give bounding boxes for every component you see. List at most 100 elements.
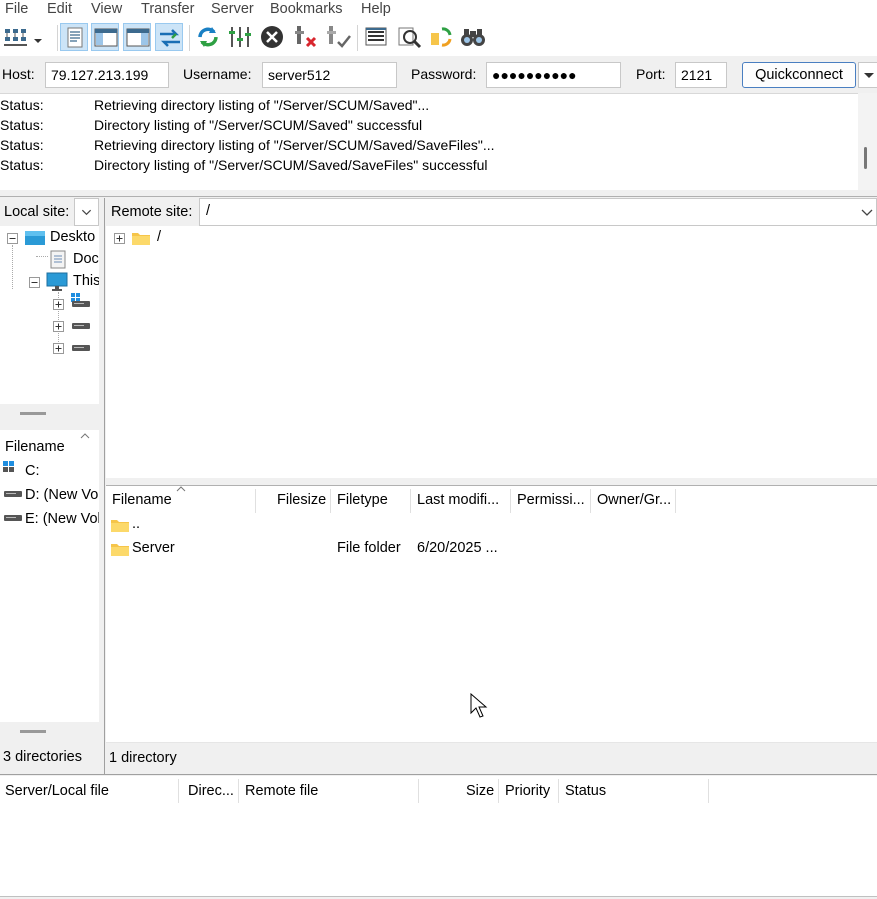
menu-transfer[interactable]: Transfer (141, 1, 194, 17)
refresh-icon[interactable] (194, 23, 222, 51)
expand-icon[interactable] (53, 321, 64, 332)
directory-listing-filters-icon[interactable] (362, 23, 390, 51)
remote-owner-header[interactable]: Owner/Gr... (597, 486, 671, 514)
queue-remotefile-header[interactable]: Remote file (245, 777, 318, 805)
menu-view[interactable]: View (91, 1, 122, 17)
expand-icon[interactable] (53, 299, 64, 310)
local-site-label: Local site: (4, 204, 70, 220)
log-label: Status: (0, 97, 44, 113)
remote-site-path: / (206, 203, 211, 219)
local-status: 3 directories (0, 742, 99, 773)
search-files-icon[interactable] (395, 23, 423, 51)
queue-priority-header[interactable]: Priority (505, 777, 550, 805)
toggle-transfer-queue-icon[interactable] (155, 23, 183, 51)
message-log[interactable]: Status: Retrieving directory listing of … (0, 93, 877, 190)
desktop-icon (25, 231, 45, 245)
log-scrollbar-thumb[interactable] (864, 147, 867, 169)
collapse-icon[interactable] (29, 277, 40, 288)
file-name: Server (132, 540, 175, 556)
expand-icon[interactable] (53, 343, 64, 354)
local-site-bar: Local site: (0, 198, 99, 226)
transfer-queue[interactable]: Server/Local file Direc... Remote file S… (0, 776, 877, 896)
quickconnect-bar: Host: Username: Password: Port: Quickcon… (0, 56, 877, 93)
file-type: File folder (337, 540, 401, 556)
remote-filetype-header[interactable]: Filetype (337, 486, 388, 514)
local-splitter-grip[interactable] (20, 412, 46, 415)
username-label: Username: (183, 66, 252, 82)
toolbar (0, 20, 877, 56)
local-tree[interactable]: Deskto Doc This (0, 226, 99, 404)
quickconnect-button[interactable]: Quickconnect (742, 62, 856, 88)
dropdown-arrow-icon[interactable] (30, 23, 46, 51)
chevron-down-icon (864, 73, 874, 78)
password-input[interactable] (486, 62, 621, 88)
file-modified: 6/20/2025 ... (417, 540, 498, 556)
disconnect-icon[interactable] (292, 23, 320, 51)
synchronized-browsing-icon[interactable] (427, 23, 455, 51)
folder-icon (111, 520, 129, 532)
remote-status: 1 directory (106, 742, 877, 773)
file-name: .. (132, 516, 141, 532)
username-input[interactable] (262, 62, 397, 88)
host-input[interactable] (45, 62, 169, 88)
menu-server[interactable]: Server (211, 1, 254, 17)
table-row[interactable]: Server File folder 6/20/2025 ... (106, 538, 877, 562)
queue-status-header[interactable]: Status (565, 777, 606, 805)
password-label: Password: (411, 66, 477, 82)
list-item[interactable]: C: (25, 463, 40, 479)
computer-icon (46, 272, 68, 291)
local-list-splitter-grip[interactable] (20, 730, 46, 733)
menu-file[interactable]: File (5, 1, 28, 17)
reconnect-icon[interactable] (324, 23, 352, 51)
drive-icon (72, 323, 90, 329)
remote-filename-header[interactable]: Filename (112, 486, 172, 514)
remote-lastmodified-header[interactable]: Last modifi... (417, 486, 499, 514)
port-input[interactable] (675, 62, 727, 88)
compare-directories-icon[interactable] (459, 23, 487, 51)
process-queue-icon[interactable] (226, 23, 254, 51)
menu-edit[interactable]: Edit (47, 1, 72, 17)
remote-site-combo[interactable]: / (199, 198, 877, 226)
cancel-icon[interactable] (258, 23, 286, 51)
menu-bookmarks[interactable]: Bookmarks (270, 1, 343, 17)
queue-size-header[interactable]: Size (466, 777, 494, 805)
menu-bar: File Edit View Transfer Server Bookmarks… (0, 0, 877, 20)
quickconnect-history-dropdown[interactable] (858, 62, 877, 88)
tree-item-this-pc[interactable]: This (73, 273, 99, 289)
chevron-down-icon (861, 209, 873, 216)
remote-tree[interactable]: / (106, 226, 877, 478)
log-label: Status: (0, 157, 44, 173)
tree-item-documents[interactable]: Doc (73, 251, 99, 267)
remote-filesize-header[interactable]: Filesize (277, 486, 326, 514)
table-row[interactable]: .. (106, 514, 877, 538)
tree-item-desktop[interactable]: Deskto (50, 229, 95, 245)
list-item[interactable]: E: (New Vol (25, 511, 99, 527)
tree-item-root[interactable]: / (157, 229, 161, 245)
port-label: Port: (636, 66, 666, 82)
collapse-icon[interactable] (7, 233, 18, 244)
log-message: Directory listing of "/Server/SCUM/Saved… (94, 117, 423, 133)
local-filename-header[interactable]: Filename (5, 433, 65, 461)
expand-icon[interactable] (114, 233, 125, 244)
list-item[interactable]: D: (New Vo (25, 487, 98, 503)
queue-serverfile-header[interactable]: Server/Local file (5, 777, 109, 805)
toggle-remote-tree-icon[interactable] (123, 23, 151, 51)
menu-help[interactable]: Help (361, 1, 391, 17)
remote-permissions-header[interactable]: Permissi... (517, 486, 585, 514)
drive-icon (72, 301, 90, 307)
toggle-message-log-icon[interactable] (60, 23, 88, 51)
remote-file-list[interactable]: Filename Filesize Filetype Last modifi..… (106, 486, 877, 742)
local-site-combo[interactable] (74, 198, 99, 226)
chevron-down-icon (81, 209, 92, 216)
folder-icon (111, 544, 129, 556)
local-file-list[interactable]: Filename C: D: (New Vo E: (New Vol (0, 430, 99, 722)
site-manager-icon[interactable] (2, 23, 30, 51)
log-label: Status: (0, 117, 44, 133)
log-message: Directory listing of "/Server/SCUM/Saved… (94, 157, 488, 173)
host-label: Host: (2, 66, 35, 82)
document-icon (50, 250, 66, 269)
queue-direction-header[interactable]: Direc... (188, 777, 234, 805)
sort-ascending-icon (176, 486, 186, 492)
log-scrollbar[interactable] (858, 93, 877, 190)
toggle-local-tree-icon[interactable] (91, 23, 119, 51)
